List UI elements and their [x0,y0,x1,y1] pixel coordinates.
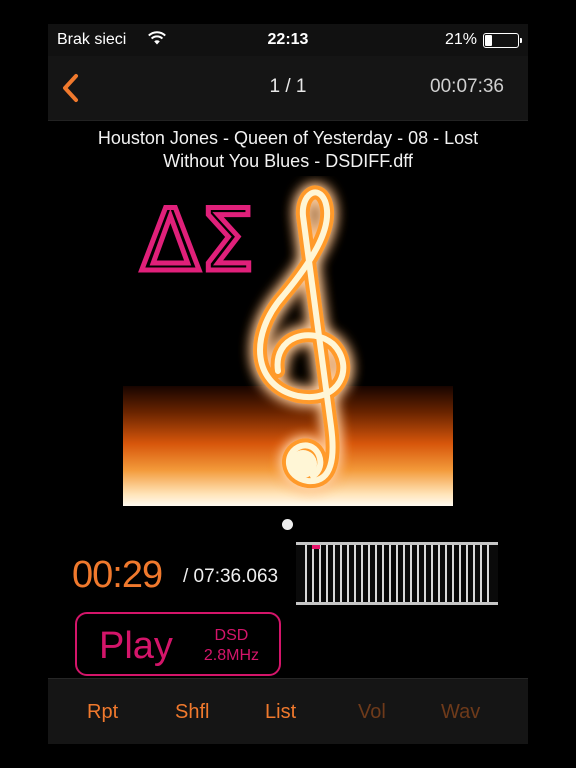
waveform-bars [300,545,494,602]
total-time: / 07:36.063 [183,566,279,587]
tab-volume[interactable]: Vol [358,701,386,724]
sample-rate: 2.8MHz [203,647,259,664]
artwork-logo-text: ΔΣ [141,191,254,291]
playhead-marker[interactable] [312,545,321,549]
tab-shuffle[interactable]: Shfl [175,701,209,724]
artwork-graphic: ΔΣ [139,185,351,489]
track-title: Houston Jones - Queen of Yesterday - 08 … [97,128,479,171]
battery-percent: 21% [444,31,477,48]
page-indicator-dot[interactable] [282,519,293,530]
tab-waveform[interactable]: Wav [441,701,480,724]
navigation-bar: 1 / 1 00:07:36 [48,56,528,121]
tab-repeat[interactable]: Rpt [87,701,118,724]
battery-fill [485,35,492,46]
format-name: DSD [214,627,249,644]
status-bar: Brak sieci 22:13 21% [48,24,528,56]
tab-list[interactable]: List [265,701,296,724]
album-artwork[interactable]: ΔΣ [123,176,453,506]
waveform-seek-bar[interactable] [296,542,498,605]
track-duration: 00:07:36 [430,76,504,97]
treble-clef-icon [253,185,351,489]
play-button[interactable]: Play DSD 2.8MHz [75,612,281,676]
bottom-tab-bar: Rpt Shfl List Vol Wav [48,678,528,744]
player-screen: Brak sieci 22:13 21% 1 / 1 00:07:36 Hous… [48,24,528,744]
format-badge: DSD 2.8MHz [204,626,259,666]
elapsed-time: 00:29 [72,554,163,596]
play-label: Play [99,625,173,667]
battery-icon [483,33,522,48]
